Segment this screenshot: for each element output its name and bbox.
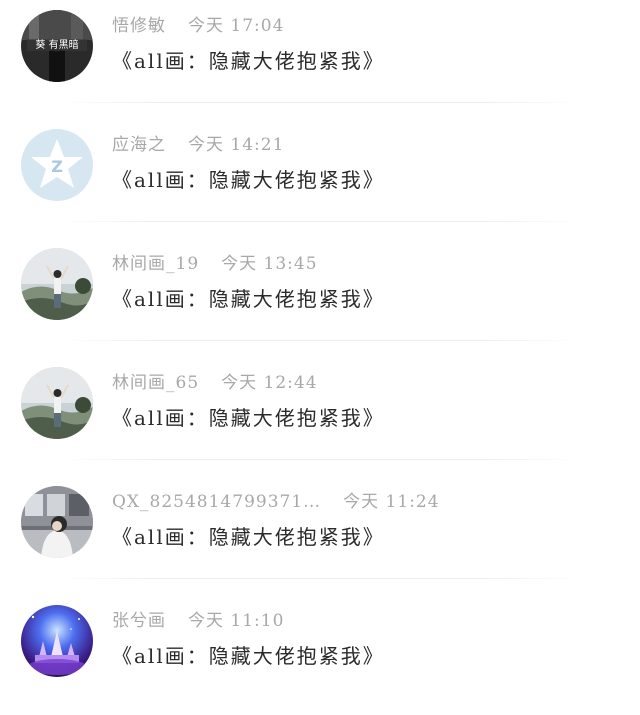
avatar[interactable] — [21, 486, 93, 558]
comment-list: 葵 有黑暗 悟修敏 今天 17:04 《all画：隐藏大佬抱紧我》 Z 应海之 今天… — [0, 0, 640, 690]
username[interactable]: 悟修敏 — [112, 16, 166, 36]
timestamp: 今天 14:21 — [188, 135, 285, 155]
username[interactable]: 应海之 — [112, 135, 166, 155]
list-item[interactable]: 林间画_65 今天 12:44 《all画：隐藏大佬抱紧我》 — [0, 357, 640, 477]
train-girl-avatar-icon — [21, 486, 93, 558]
divider — [60, 102, 580, 103]
comment-text: 《all画：隐藏大佬抱紧我》 — [112, 49, 385, 73]
avatar-text: 葵 有黑暗 — [35, 38, 78, 51]
avatar[interactable]: 葵 有黑暗 — [21, 10, 93, 82]
username[interactable]: 林间画_19 — [112, 254, 199, 274]
divider — [60, 340, 580, 341]
avatar[interactable] — [21, 367, 93, 439]
timestamp: 今天 11:10 — [188, 611, 285, 631]
comment-meta: 悟修敏 今天 17:04 — [112, 14, 284, 38]
timestamp: 今天 11:24 — [343, 492, 440, 512]
landscape-person-avatar-icon — [21, 248, 93, 320]
divider — [60, 578, 580, 579]
comment-meta: 张兮画 今天 11:10 — [112, 609, 284, 633]
timestamp: 今天 13:45 — [221, 254, 318, 274]
comment-text: 《all画：隐藏大佬抱紧我》 — [112, 168, 385, 192]
avatar[interactable] — [21, 248, 93, 320]
comment-text: 《all画：隐藏大佬抱紧我》 — [112, 287, 385, 311]
avatar[interactable] — [21, 605, 93, 677]
svg-text:Z: Z — [51, 157, 63, 176]
list-item[interactable]: 林间画_19 今天 13:45 《all画：隐藏大佬抱紧我》 — [0, 238, 640, 358]
comment-meta: QX_8254814799371… 今天 11:24 — [112, 490, 440, 514]
comment-meta: 应海之 今天 14:21 — [112, 133, 284, 157]
timestamp: 今天 17:04 — [188, 16, 285, 36]
list-item[interactable]: Z 应海之 今天 14:21 《all画：隐藏大佬抱紧我》 — [0, 119, 640, 239]
avatar[interactable]: Z — [21, 129, 93, 201]
username[interactable]: 林间画_65 — [112, 373, 199, 393]
landscape-person-avatar-icon — [21, 367, 93, 439]
username[interactable]: QX_8254814799371… — [112, 492, 321, 512]
comment-text: 《all画：隐藏大佬抱紧我》 — [112, 525, 385, 549]
timestamp: 今天 12:44 — [221, 373, 318, 393]
comment-meta: 林间画_65 今天 12:44 — [112, 371, 318, 395]
list-item[interactable]: QX_8254814799371… 今天 11:24 《all画：隐藏大佬抱紧我》 — [0, 476, 640, 596]
comment-text: 《all画：隐藏大佬抱紧我》 — [112, 406, 385, 430]
dark-photo-avatar-icon: 葵 有黑暗 — [21, 10, 93, 82]
list-item[interactable]: 张兮画 今天 11:10 《all画：隐藏大佬抱紧我》 — [0, 595, 640, 715]
divider — [60, 459, 580, 460]
username[interactable]: 张兮画 — [112, 611, 166, 631]
comment-meta: 林间画_19 今天 13:45 — [112, 252, 318, 276]
divider — [60, 221, 580, 222]
fantasy-castle-avatar-icon — [21, 605, 93, 677]
qzone-default-avatar-icon: Z — [21, 129, 93, 201]
comment-text: 《all画：隐藏大佬抱紧我》 — [112, 644, 385, 668]
list-item[interactable]: 葵 有黑暗 悟修敏 今天 17:04 《all画：隐藏大佬抱紧我》 — [0, 0, 640, 120]
